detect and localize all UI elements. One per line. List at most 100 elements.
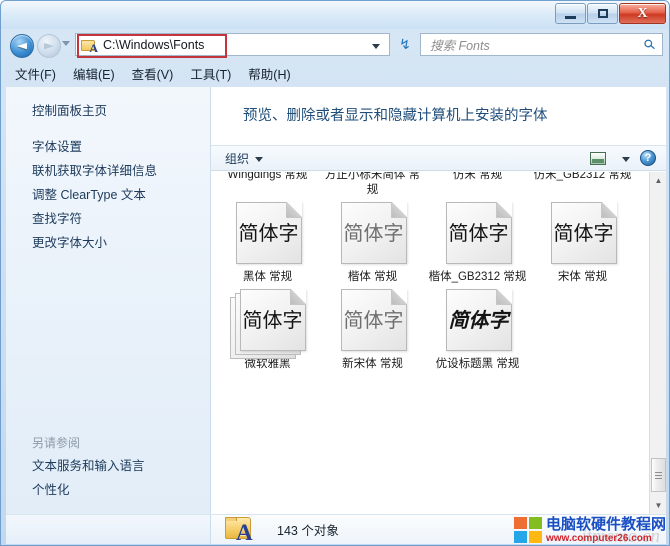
menu-bar: 文件(F) 编辑(E) 查看(V) 工具(T) 帮助(H)	[1, 61, 669, 85]
font-item-label: 方正小标宋简体 常规	[324, 172, 421, 196]
menu-item-edit[interactable]: 编辑(E)	[73, 64, 115, 83]
back-arrow-icon: ◄	[17, 38, 27, 54]
font-item[interactable]: 简体字 黑体 常规	[215, 202, 320, 285]
font-preview-page: 简体字	[340, 202, 407, 264]
sidebar-item-text-services[interactable]: 文本服务和输入语言	[6, 454, 210, 478]
font-item[interactable]: 简体字 楷体 常规	[320, 202, 425, 285]
font-preview-sample-text: 简体字	[343, 223, 404, 245]
sidebar-see-also-section: 另请参阅 文本服务和输入语言 个性化	[6, 430, 210, 502]
font-grid: 简体字Wingdings 常规简体字方正小标宋简体 常规简体字仿宋 常规简体字仿…	[211, 172, 649, 376]
organize-chevron-down-icon[interactable]	[255, 156, 264, 162]
sidebar-item-get-font-details-online[interactable]: 联机获取字体详细信息	[6, 159, 210, 183]
font-preview-page: 简体字	[239, 289, 306, 351]
font-item-label: 新宋体 常规	[342, 358, 403, 370]
font-item-label: 仿宋 常规	[452, 172, 503, 181]
font-item[interactable]: 简体字方正小标宋简体 常规	[320, 172, 425, 198]
sidebar-item-find-character[interactable]: 查找字符	[6, 207, 210, 231]
font-file-icon: 简体字	[440, 289, 516, 353]
font-preview-page: 简体字	[550, 202, 617, 264]
help-icon[interactable]: ?	[640, 150, 656, 166]
forward-button[interactable]: ►	[37, 34, 61, 58]
font-preview-page: 简体字	[235, 202, 302, 264]
recent-locations-chevron-down-icon[interactable]	[62, 41, 70, 46]
fonts-folder-status-icon: A	[223, 515, 257, 544]
sidebar: 控制面板主页 字体设置 联机获取字体详细信息 调整 ClearType 文本 查…	[6, 87, 211, 514]
scrollbar-grip-icon	[655, 471, 662, 479]
font-item-label: 楷体_GB2312 常规	[428, 271, 527, 283]
font-item[interactable]: 简体字 微软雅黑	[215, 289, 320, 372]
search-input[interactable]: 搜索 Fonts ⚲	[420, 33, 663, 56]
font-file-icon: 简体字	[230, 202, 306, 266]
main-pane: 预览、删除或者显示和隐藏计算机上安装的字体 组织 ? 简体字Wingdings …	[211, 87, 666, 514]
minimize-button[interactable]	[555, 3, 586, 24]
font-item-label: 黑体 常规	[242, 271, 293, 283]
back-button[interactable]: ◄	[10, 34, 34, 58]
font-item[interactable]: 简体字 楷体_GB2312 常规	[425, 202, 530, 285]
refresh-button[interactable]: ↯	[394, 34, 416, 55]
address-chevron-down-icon[interactable]	[372, 44, 380, 49]
font-file-icon: 简体字	[335, 202, 411, 266]
font-preview-sample-text: 简体字	[448, 310, 509, 332]
font-item-label: Wingdings 常规	[227, 172, 308, 181]
font-preview-sample-text: 简体字	[343, 310, 404, 332]
font-list-area: 简体字Wingdings 常规简体字方正小标宋简体 常规简体字仿宋 常规简体字仿…	[211, 172, 649, 514]
font-item-label: 楷体 常规	[347, 271, 398, 283]
search-icon[interactable]: ⚲	[640, 36, 659, 54]
forward-arrow-icon: ►	[44, 38, 54, 54]
font-preview-sample-text: 简体字	[553, 223, 614, 245]
font-item-label: 宋体 常规	[557, 271, 608, 283]
title-bar: X	[1, 1, 669, 29]
close-icon: X	[637, 5, 648, 21]
see-also-heading: 另请参阅	[32, 436, 81, 450]
status-bar: A 143 个对象 电脑软硬件教程网 www.computer26.com it…	[6, 514, 666, 544]
font-family-stack-icon: 简体字	[229, 289, 306, 359]
fonts-folder-icon: A	[81, 38, 98, 54]
navigation-bar: ◄ ► A C:\Windows\Fonts ↯ 搜索 Fonts ⚲	[1, 29, 669, 61]
maximize-icon	[597, 9, 608, 18]
font-preview-page: 简体字	[340, 289, 407, 351]
font-item-label: 优设标题黑 常规	[435, 358, 520, 370]
font-preview-sample-text: 简体字	[238, 223, 299, 245]
watermark-ghost-text: itmemo.cn	[581, 526, 660, 544]
font-item[interactable]: 简体字仿宋 常规	[425, 172, 530, 198]
view-options-icon[interactable]	[590, 151, 606, 165]
search-placeholder-text: 搜索 Fonts	[430, 39, 490, 53]
close-button[interactable]: X	[619, 3, 666, 24]
item-count-text: 143 个对象	[277, 524, 339, 538]
menu-item-file[interactable]: 文件(F)	[15, 64, 56, 83]
command-toolbar: 组织 ?	[211, 145, 666, 171]
address-path-text: C:\Windows\Fonts	[103, 37, 205, 52]
font-file-icon: 简体字	[335, 289, 411, 353]
menu-item-tools[interactable]: 工具(T)	[190, 64, 231, 83]
vertical-scrollbar[interactable]: ▲ ▼	[649, 172, 666, 514]
menu-item-view[interactable]: 查看(V)	[132, 64, 174, 83]
font-item[interactable]: 简体字 新宋体 常规	[320, 289, 425, 372]
minimize-icon	[565, 15, 576, 19]
sidebar-item-change-font-size[interactable]: 更改字体大小	[6, 231, 210, 255]
sidebar-item-font-settings[interactable]: 字体设置	[6, 135, 210, 159]
window-body: 控制面板主页 字体设置 联机获取字体详细信息 调整 ClearType 文本 查…	[6, 87, 666, 514]
font-item[interactable]: 简体字 宋体 常规	[530, 202, 635, 285]
scrollbar-thumb[interactable]	[651, 458, 666, 492]
address-bar[interactable]: A C:\Windows\Fonts	[75, 33, 390, 56]
sidebar-item-control-panel-home[interactable]: 控制面板主页	[6, 99, 210, 123]
font-item[interactable]: 简体字优设标题黑 常规	[425, 289, 530, 372]
scroll-down-arrow-icon[interactable]: ▼	[650, 497, 666, 514]
sidebar-item-adjust-cleartype[interactable]: 调整 ClearType 文本	[6, 183, 210, 207]
organize-button[interactable]: 组织	[225, 150, 249, 167]
font-item[interactable]: 简体字仿宋_GB2312 常规	[530, 172, 635, 198]
scroll-up-arrow-icon[interactable]: ▲	[650, 172, 666, 189]
sidebar-item-personalization[interactable]: 个性化	[6, 478, 210, 502]
font-item-label: 微软雅黑	[244, 358, 291, 370]
explorer-window: X ◄ ► A C:\Windows\Fonts ↯ 搜索 Fonts ⚲ 文件…	[0, 0, 670, 546]
font-preview-page: 简体字	[445, 289, 512, 351]
page-title: 预览、删除或者显示和隐藏计算机上安装的字体	[243, 108, 548, 124]
font-item-label: 仿宋_GB2312 常规	[533, 172, 632, 181]
font-preview-sample-text: 简体字	[242, 310, 303, 332]
maximize-button[interactable]	[587, 3, 618, 24]
font-item[interactable]: 简体字Wingdings 常规	[215, 172, 320, 198]
windows-logo-icon	[513, 517, 542, 543]
status-bar-left-panel	[6, 515, 211, 544]
view-chevron-down-icon[interactable]	[622, 156, 630, 162]
menu-item-help[interactable]: 帮助(H)	[248, 64, 290, 83]
